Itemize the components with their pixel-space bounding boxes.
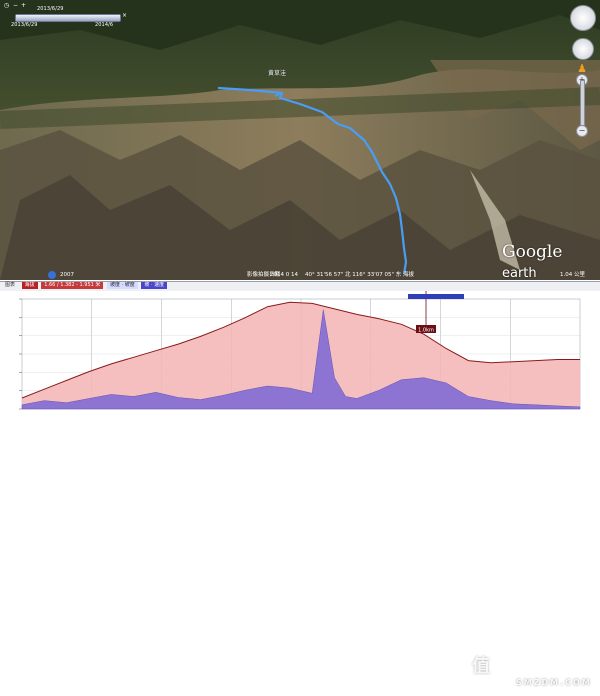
zoom-slider[interactable] [580,80,585,126]
elevation-profile-panel[interactable]: 图表 海拔 1.66 / 1.382 - 1.951 米 坡度 · 坡度 坡 ·… [0,281,600,687]
look-joystick-icon[interactable] [570,5,596,31]
imagery-date: 2014 0 14 [270,272,298,278]
legend-elevation: 海拔 [21,282,38,289]
clock-icon[interactable]: ◷ [3,2,10,9]
close-icon[interactable]: × [121,12,128,19]
timeline-start-label: 2013/6/29 [11,22,38,28]
globe-icon [48,271,56,279]
zoom-out-time-icon[interactable]: − [12,2,19,9]
timeline-end-label: 2014/6 [95,22,114,28]
coordinates-readout: 40° 31'56 57" 北 116° 33'07 05" 东 海拔 [305,272,415,278]
move-joystick-icon[interactable] [572,38,594,60]
profile-legend: 图表 海拔 1.66 / 1.382 - 1.951 米 坡度 · 坡度 坡 ·… [0,282,600,291]
place-label[interactable]: 黄草洼 [268,68,286,77]
elevation-chart[interactable]: 1.0km [0,291,600,418]
legend-chart: 图表 [5,282,16,288]
navigation-controls[interactable]: ♟ + − [569,4,597,144]
historical-imagery-timeline[interactable]: ◷ − + 2013/6/29 2013/6/29 2014/6 × [3,2,131,28]
legend-slope: 坡度 · 坡度 [107,282,138,289]
timeline-slider[interactable] [15,14,121,22]
watermark-logo: 值 [472,656,491,677]
map-view[interactable]: ◷ − + 2013/6/29 2013/6/29 2014/6 × 黄草洼 ♟… [0,0,600,280]
watermark-site: SMZDM.COM [516,678,592,687]
terrain-imagery [0,0,600,280]
logo-google-text: Google [502,242,563,262]
site-watermark: 值 SMZDM.COM [472,652,596,696]
status-bar: 2007 影像拍摄日期 2014 0 14 40° 31'56 57" 北 11… [0,270,600,280]
eye-altitude: 1.04 公里 [560,272,585,278]
timeline-current-date: 2013/6/29 [37,6,64,12]
zoom-out-button[interactable]: − [576,125,588,137]
zoom-in-time-icon[interactable]: + [20,2,27,9]
position-marker-label: 1.0km [418,328,434,334]
legend-elevation-range: 1.66 / 1.382 - 1.951 米 [41,282,104,289]
imagery-year: 2007 [60,272,74,278]
selection-range-bar[interactable] [408,294,464,299]
legend-speed: 坡 · 速度 [141,282,168,289]
